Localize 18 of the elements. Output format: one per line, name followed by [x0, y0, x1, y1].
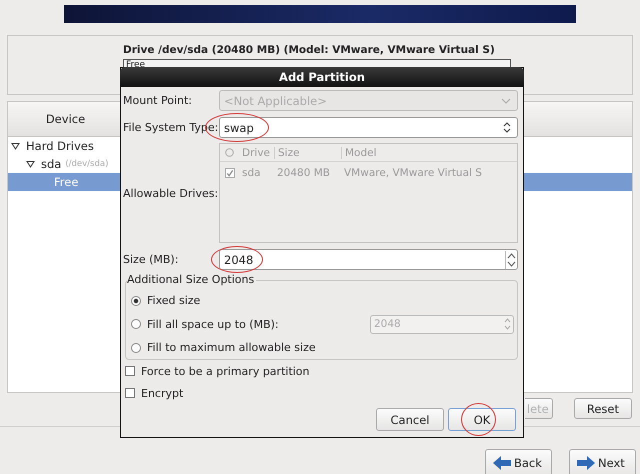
- table-cell-text: sda: [241, 167, 262, 179]
- field-label: Allowable Drives:: [123, 187, 219, 200]
- tree-label: sda: [41, 157, 62, 171]
- field-label: Size (MB):: [123, 253, 180, 266]
- option-label: Fixed size: [147, 294, 200, 308]
- table-cell-text: VMware, VMware Virtual S: [343, 167, 483, 179]
- table-cell-text: 20480 MB: [276, 167, 332, 179]
- tree-label: Free: [54, 175, 78, 189]
- checkbox-label: Force to be a primary partition: [141, 364, 310, 378]
- tree-label: Hard Drives: [26, 139, 94, 153]
- device-path: (/dev/sda): [65, 159, 108, 169]
- field-label: Mount Point:: [123, 94, 193, 107]
- option-label: Fill all space up to (MB):: [147, 318, 279, 331]
- drive-title: Drive /dev/sda (20480 MB) (Model: VMware, VMware Virtual S): [123, 44, 496, 56]
- option-label: Fill to maximum allowable size: [147, 341, 316, 354]
- group-title: Additional Size Options: [127, 273, 256, 286]
- dialog-title: Add Partition: [120, 67, 524, 87]
- checkbox-label: Encrypt: [141, 386, 184, 400]
